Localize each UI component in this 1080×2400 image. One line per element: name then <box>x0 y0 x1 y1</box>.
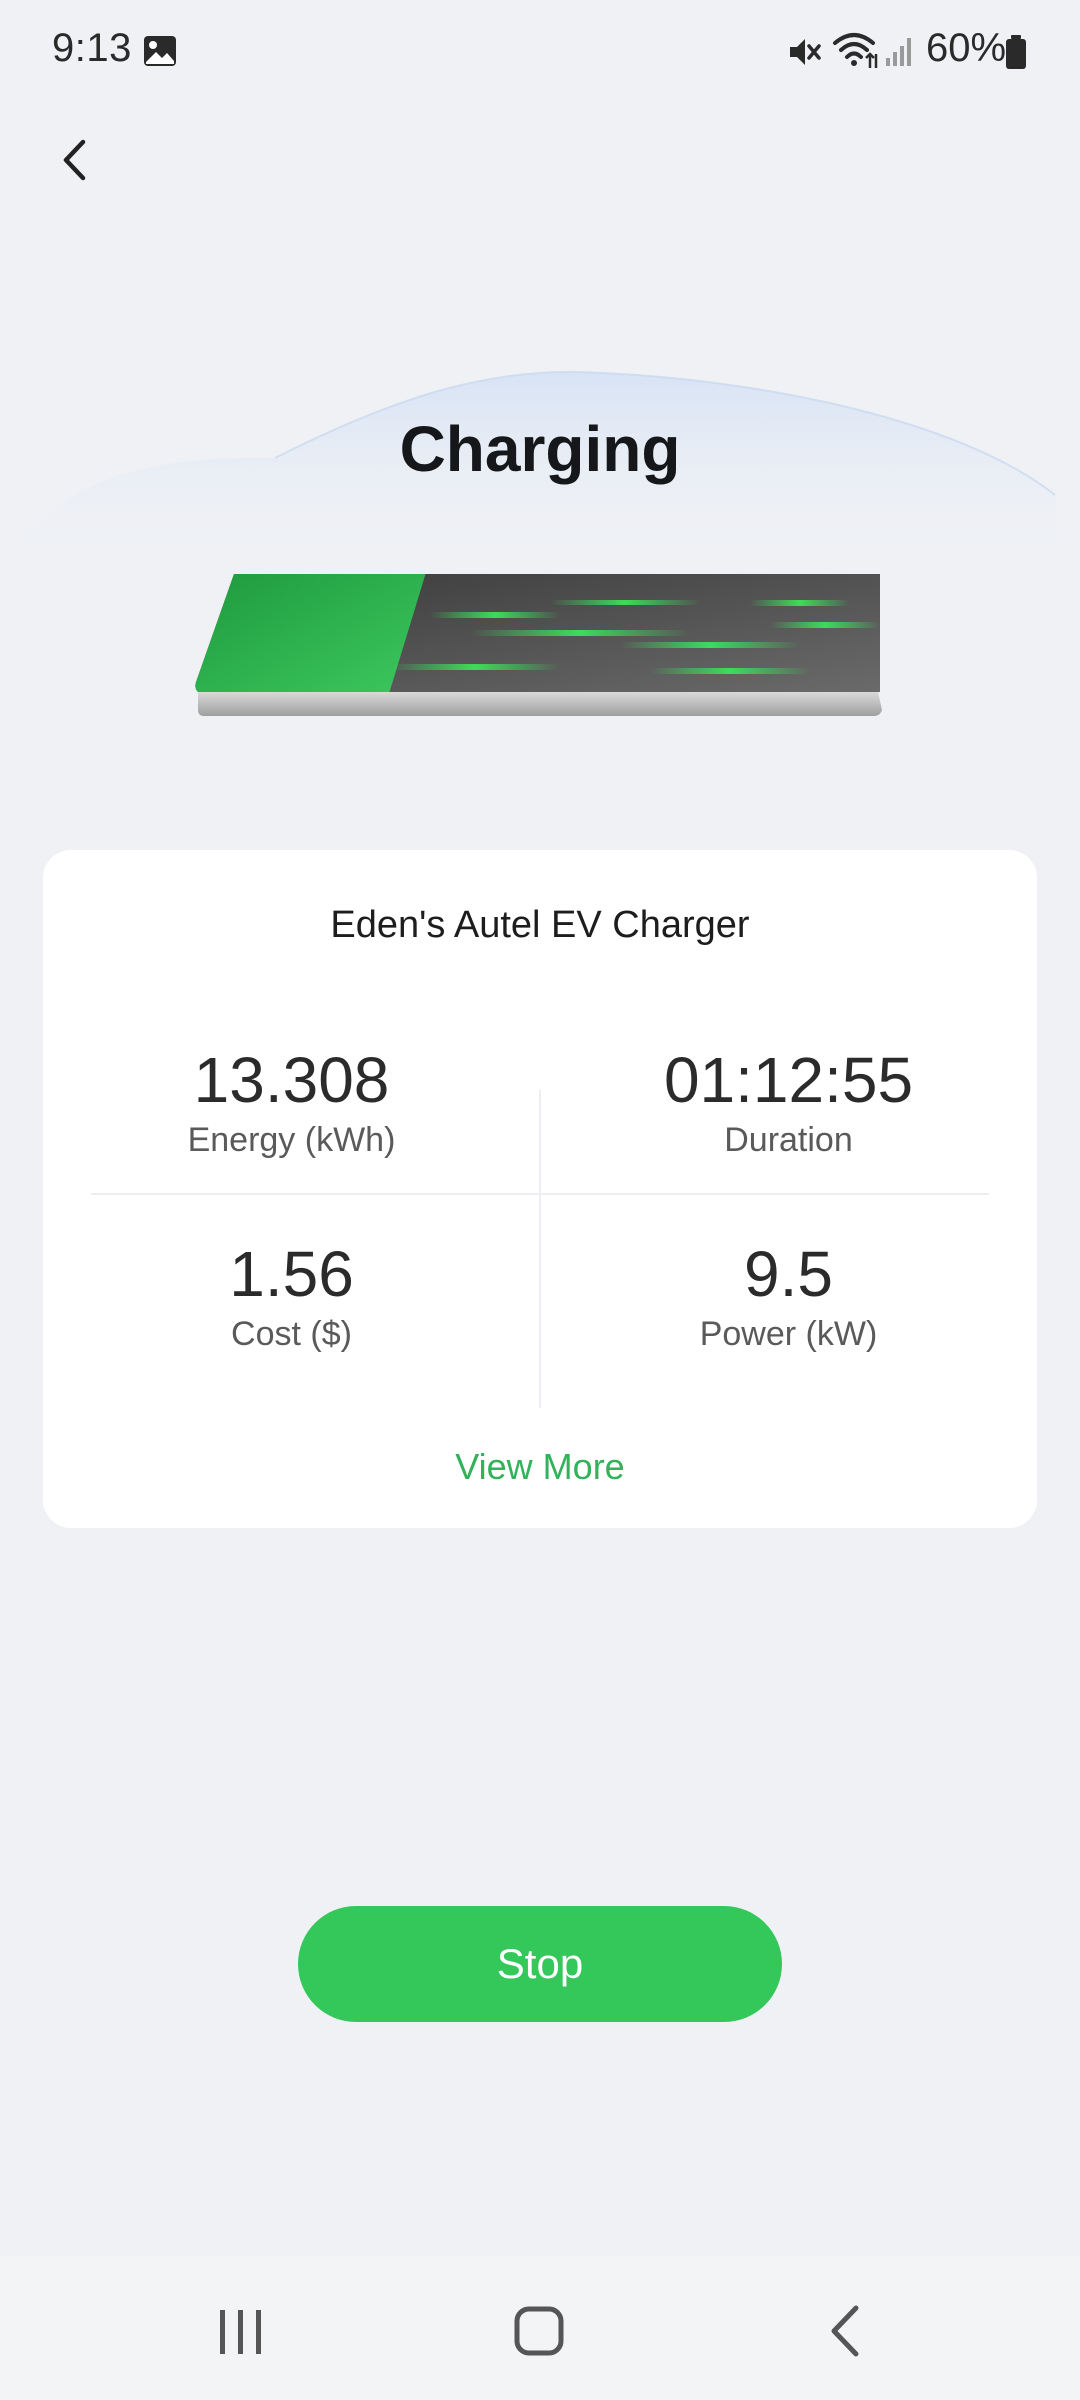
battery-icon <box>1006 35 1026 69</box>
gallery-icon <box>144 36 176 66</box>
page-title: Charging <box>399 413 681 485</box>
charging-info-card: Eden's Autel EV Charger 13.308 Energy (k… <box>43 850 1037 1528</box>
charger-name: Eden's Autel EV Charger <box>330 904 750 946</box>
signal-icon <box>886 38 911 66</box>
battery-percent: 60% <box>926 26 1007 70</box>
stat-energy: 13.308 Energy (kWh) <box>43 1042 540 1162</box>
power-value: 9.5 <box>744 1238 833 1310</box>
system-nav-bar <box>0 2256 1080 2400</box>
chevron-left-icon <box>63 139 86 181</box>
duration-value: 01:12:55 <box>663 1044 914 1116</box>
stop-button[interactable]: Stop <box>298 1906 782 2022</box>
home-icon[interactable] <box>504 2296 574 2366</box>
cost-label: Cost ($) <box>231 1315 352 1353</box>
stat-duration: 01:12:55 Duration <box>540 1042 1037 1162</box>
energy-label: Energy (kWh) <box>187 1121 396 1159</box>
battery-charging-illustration <box>195 574 882 716</box>
status-bar: 9:13 60% <box>0 0 1080 100</box>
view-more-link[interactable]: View More <box>43 1446 1037 1488</box>
cost-value: 1.56 <box>229 1238 354 1310</box>
stat-power: 9.5 Power (kW) <box>540 1236 1037 1356</box>
battery-charge-fill <box>195 574 426 692</box>
back-icon[interactable] <box>812 2296 882 2366</box>
mute-icon <box>790 39 821 65</box>
energy-value: 13.308 <box>193 1044 390 1116</box>
duration-label: Duration <box>724 1121 853 1159</box>
stat-cost: 1.56 Cost ($) <box>43 1236 540 1356</box>
recents-icon[interactable] <box>206 2302 276 2362</box>
back-button[interactable] <box>36 120 116 200</box>
status-time: 9:13 <box>52 26 132 70</box>
wifi-icon <box>833 33 878 68</box>
power-label: Power (kW) <box>699 1315 878 1353</box>
